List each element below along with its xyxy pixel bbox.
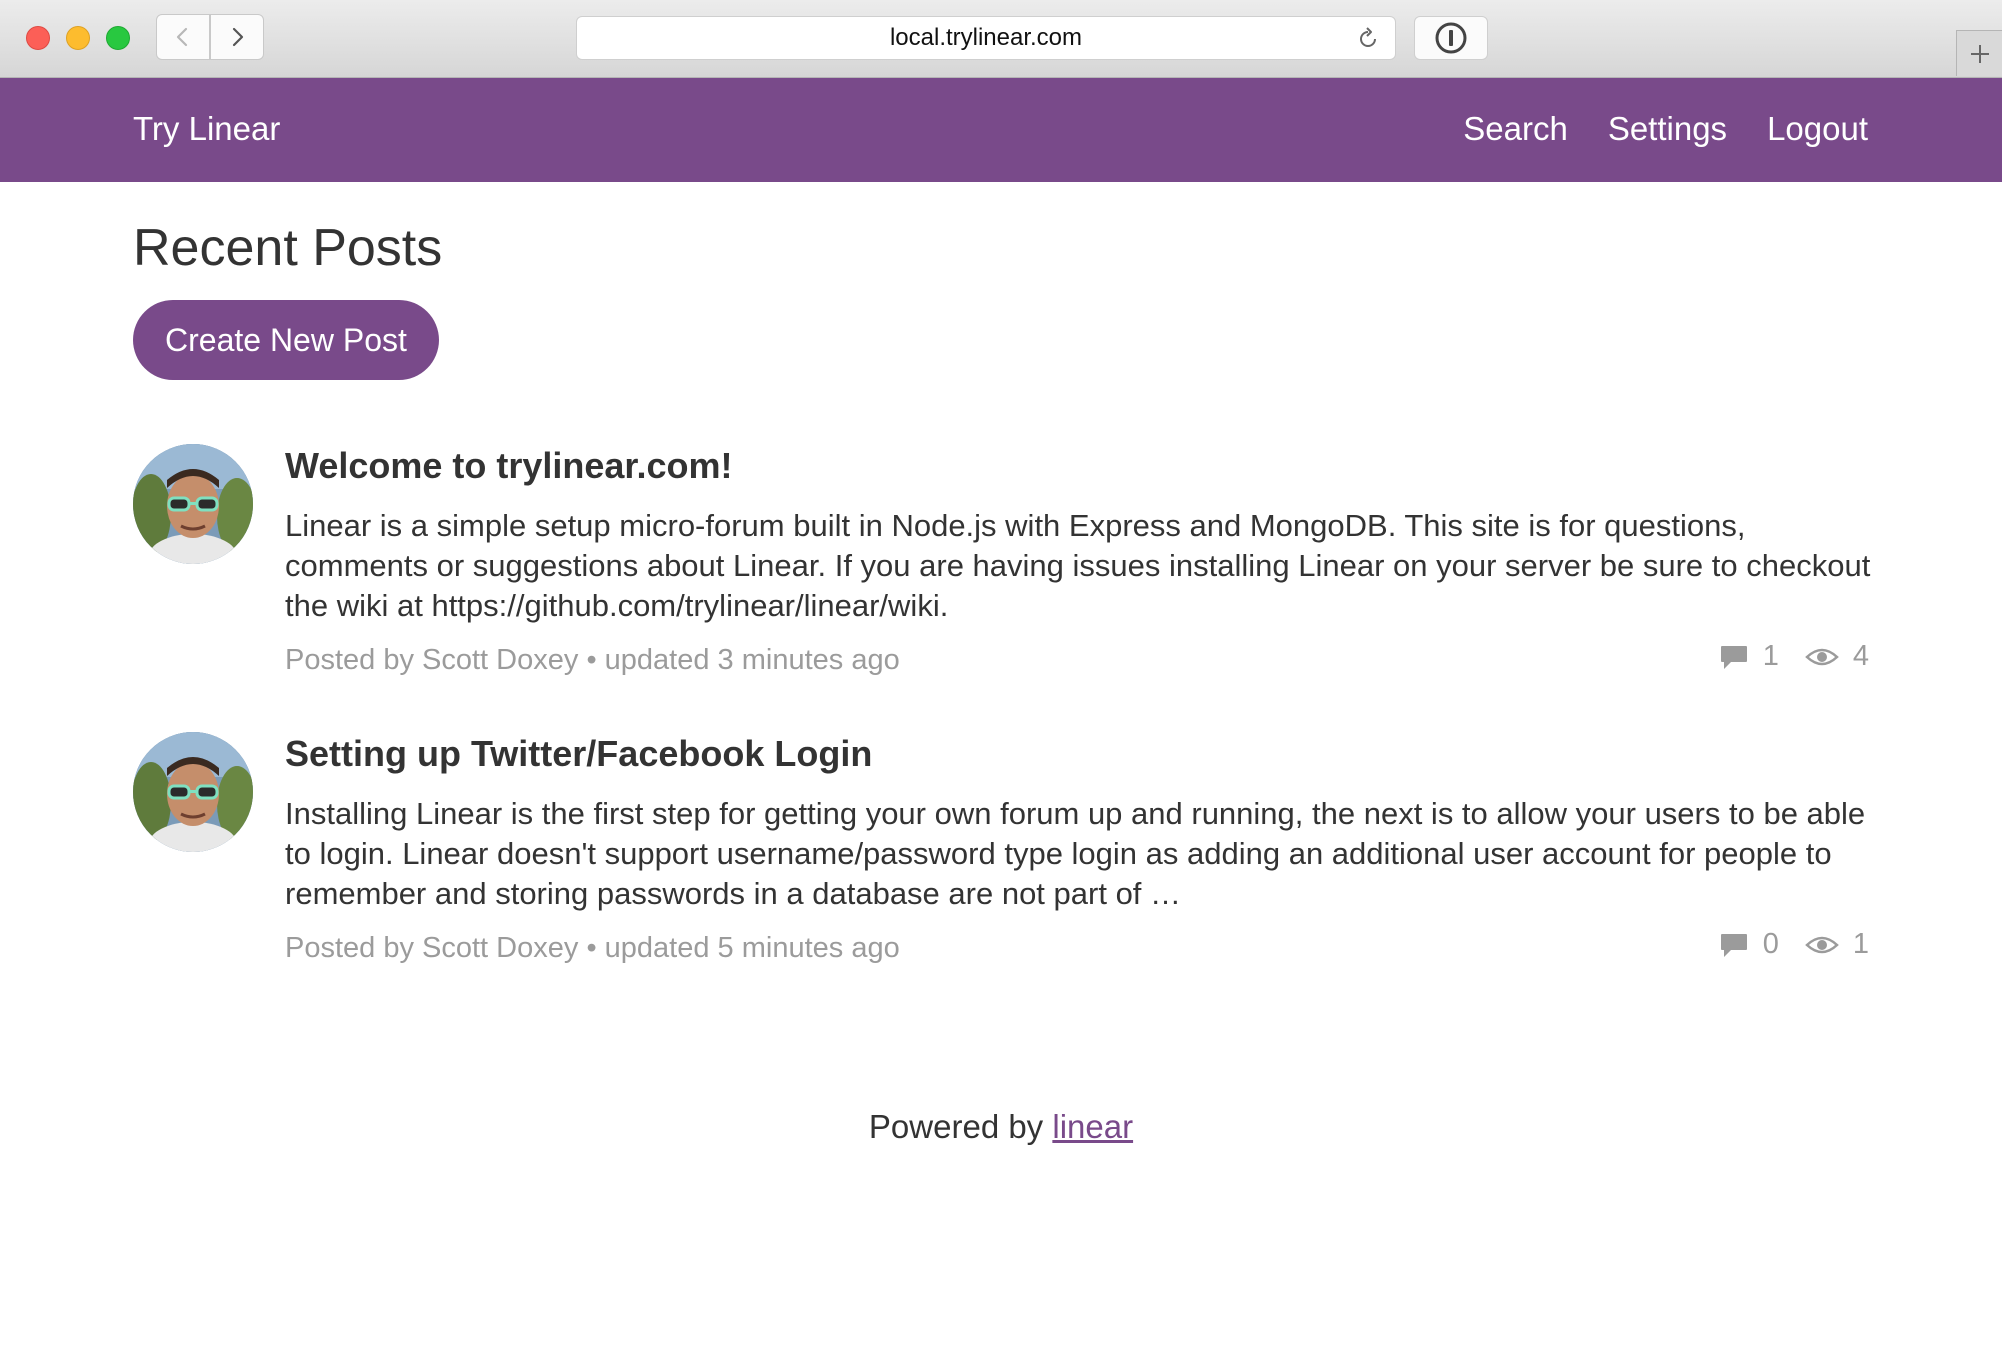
post-updated: updated 5 minutes ago [604, 932, 900, 964]
zoom-window-button[interactable] [106, 26, 130, 50]
post-byline: Posted by Scott Doxey • updated 5 minute… [285, 928, 1869, 968]
post-stats: 0 1 [1719, 928, 1869, 961]
nav-search-link[interactable]: Search [1463, 110, 1568, 148]
comment-icon [1720, 645, 1747, 669]
post-title-link[interactable]: Setting up Twitter/Facebook Login [285, 732, 1869, 776]
create-new-post-button[interactable]: Create New Post [133, 300, 439, 380]
url-text: local.trylinear.com [889, 24, 1083, 51]
post-body: Setting up Twitter/Facebook Login Instal… [285, 732, 1869, 968]
avatar[interactable] [133, 732, 253, 852]
view-count-value: 1 [1852, 928, 1869, 960]
post-body: Welcome to trylinear.com! Linear is a si… [285, 444, 1870, 680]
nav-links: Search Settings Logout [1463, 110, 1868, 148]
forward-icon [232, 27, 244, 47]
post-item: Setting up Twitter/Facebook Login Instal… [133, 732, 1869, 968]
comment-count: 1 [1719, 640, 1779, 673]
post-stats: 1 4 [1719, 640, 1869, 673]
comment-count-value: 0 [1762, 928, 1779, 960]
view-count-value: 4 [1852, 640, 1869, 672]
avatar[interactable] [133, 444, 253, 564]
post-updated: updated 3 minutes ago [604, 644, 900, 676]
post-author: Posted by Scott Doxey [285, 644, 579, 676]
close-window-button[interactable] [26, 26, 50, 50]
browser-toolbar: local.trylinear.com [0, 0, 2002, 78]
address-bar[interactable]: local.trylinear.com [576, 16, 1396, 60]
new-tab-icon [1970, 44, 1989, 63]
post-excerpt: Linear is a simple setup micro-forum bui… [285, 508, 1871, 623]
site-footer: Powered by linear [0, 1108, 2002, 1146]
comment-count-value: 1 [1762, 640, 1779, 672]
meta-separator: • [586, 932, 605, 964]
footer-linear-link[interactable]: linear [1052, 1108, 1133, 1145]
new-tab-button[interactable] [1956, 30, 2002, 76]
post-meta: Posted by Scott Doxey • updated 5 minute… [285, 928, 1869, 968]
eye-icon [1805, 936, 1839, 953]
comment-count: 0 [1719, 928, 1779, 961]
post-meta: Posted by Scott Doxey • updated 3 minute… [285, 640, 1869, 680]
post-author: Posted by Scott Doxey [285, 932, 579, 964]
eye-icon [1805, 648, 1839, 665]
minimize-window-button[interactable] [66, 26, 90, 50]
comment-icon [1720, 933, 1747, 957]
nav-settings-link[interactable]: Settings [1608, 110, 1727, 148]
site-navbar: Try Linear Search Settings Logout [0, 78, 2002, 182]
main-content: Recent Posts Create New Post Welcome to … [133, 182, 1870, 968]
reload-icon[interactable] [1355, 26, 1381, 52]
post-byline: Posted by Scott Doxey • updated 3 minute… [285, 640, 1869, 680]
back-button[interactable] [156, 14, 210, 60]
view-count: 1 [1805, 928, 1869, 961]
post-item: Welcome to trylinear.com! Linear is a si… [133, 444, 1870, 680]
post-excerpt: Installing Linear is the first step for … [285, 796, 1866, 911]
footer-prefix: Powered by [868, 1108, 1053, 1145]
brand-link[interactable]: Try Linear [133, 110, 280, 148]
meta-separator: • [586, 644, 605, 676]
view-count: 4 [1805, 640, 1869, 673]
forward-button[interactable] [210, 14, 264, 60]
page-title: Recent Posts [133, 219, 443, 277]
nav-logout-link[interactable]: Logout [1767, 110, 1868, 148]
password-manager-icon [1435, 22, 1467, 54]
password-manager-button[interactable] [1414, 16, 1488, 60]
post-title-link[interactable]: Welcome to trylinear.com! [285, 444, 1869, 488]
back-icon [176, 27, 188, 47]
